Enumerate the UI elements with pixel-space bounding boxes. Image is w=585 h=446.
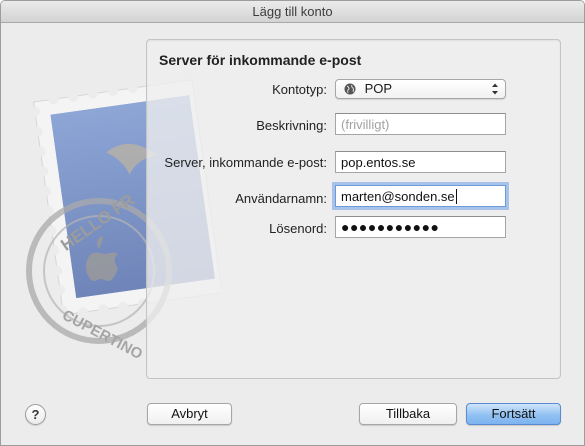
description-label: Beskrivning:: [256, 118, 327, 133]
globe-icon: [344, 83, 356, 95]
password-label: Lösenord:: [269, 221, 327, 236]
password-value: ●●●●●●●●●●●: [341, 219, 440, 235]
cancel-button[interactable]: Avbryt: [147, 403, 232, 425]
panel-title: Server för inkommande e-post: [159, 52, 362, 68]
popup-arrows-icon: [492, 83, 498, 95]
add-account-dialog: Lägg till konto HELLO FR CUPERTINO Serve…: [0, 0, 585, 446]
window-title: Lägg till konto: [1, 1, 584, 23]
description-field[interactable]: (frivilligt): [335, 113, 506, 135]
username-label: Användarnamn:: [235, 191, 327, 206]
help-button[interactable]: ?: [25, 404, 46, 425]
continue-button[interactable]: Fortsätt: [466, 403, 561, 425]
password-field[interactable]: ●●●●●●●●●●●: [335, 216, 506, 238]
incoming-server-panel: Server för inkommande e-post Kontotyp: P…: [146, 39, 561, 379]
username-field[interactable]: marten@sonden.se: [335, 185, 506, 207]
description-placeholder: (frivilligt): [341, 117, 390, 132]
incoming-server-field[interactable]: pop.entos.se: [335, 151, 506, 173]
account-type-label: Kontotyp:: [272, 82, 327, 97]
back-button[interactable]: Tillbaka: [359, 403, 457, 425]
username-value: marten@sonden.se: [341, 189, 455, 204]
account-type-select[interactable]: POP: [335, 79, 506, 99]
account-type-value: POP: [364, 81, 393, 96]
incoming-server-label: Server, inkommande e-post:: [164, 155, 327, 170]
incoming-server-value: pop.entos.se: [341, 155, 416, 170]
text-caret: [455, 189, 457, 204]
